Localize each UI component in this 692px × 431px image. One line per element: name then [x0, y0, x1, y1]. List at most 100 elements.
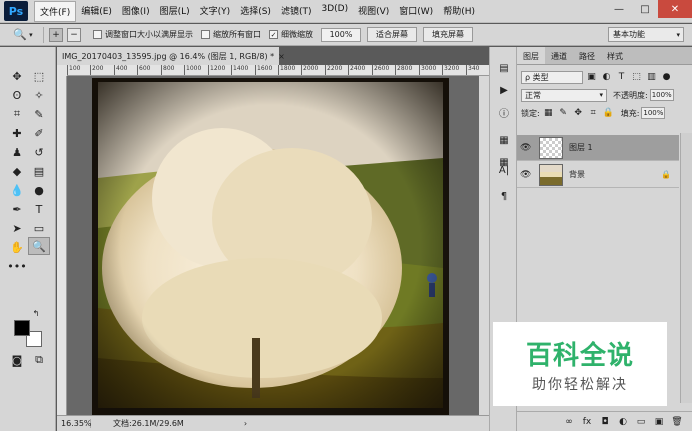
mask-icon[interactable]: ◘	[598, 415, 612, 429]
lock-transparency-icon[interactable]: ▦	[542, 107, 555, 120]
new-layer-icon[interactable]: ▣	[652, 415, 666, 429]
blur-tool-icon[interactable]: 💧	[6, 181, 28, 199]
smart-object-filter-icon[interactable]: ▥	[645, 71, 658, 84]
type-tool-icon[interactable]: T	[28, 200, 50, 218]
checkbox-box	[93, 30, 102, 39]
lasso-tool-icon[interactable]: ʘ	[6, 86, 28, 104]
menu-edit[interactable]: 编辑(E)	[76, 1, 117, 22]
quick-mask-icon[interactable]: ◙	[6, 351, 28, 369]
zoom-tool-icon[interactable]: 🔍	[28, 237, 50, 255]
menu-3d[interactable]: 3D(D)	[316, 1, 353, 22]
eraser-icon[interactable]: ◆	[6, 162, 28, 180]
healing-brush-icon[interactable]: ✚	[6, 124, 28, 142]
menu-image[interactable]: 图像(I)	[117, 1, 155, 22]
shape-filter-icon[interactable]: ⬚	[630, 71, 643, 84]
character-panel-icon[interactable]: A|	[496, 163, 512, 178]
lock-position-icon[interactable]: ✥	[572, 107, 585, 120]
tab-channels[interactable]: 通道	[545, 47, 573, 64]
type-filter-icon[interactable]: T	[615, 71, 628, 84]
close-tab-icon[interactable]: ×	[278, 52, 285, 61]
group-icon[interactable]: ▭	[634, 415, 648, 429]
magic-wand-icon[interactable]: ✧	[28, 86, 50, 104]
blend-mode-select[interactable]: 正常 ▾	[521, 88, 607, 102]
properties-panel-icon[interactable]: ▦	[496, 133, 512, 148]
ruler-tick: 400	[114, 65, 127, 75]
fit-screen-button[interactable]: 适合屏幕	[367, 27, 417, 42]
link-icon[interactable]: ∞	[562, 415, 576, 429]
paragraph-panel-icon[interactable]: ¶	[496, 189, 512, 204]
maximize-button[interactable]: □	[632, 0, 658, 18]
watermark-subtitle: 助你轻松解决	[532, 376, 628, 393]
visibility-eye-icon[interactable]: 👁	[520, 143, 534, 153]
layer-row-layer1[interactable]: 👁 图层 1	[517, 135, 679, 161]
scrubby-zoom-checkbox[interactable]: ✓ 细微缩放	[269, 29, 313, 40]
path-selection-icon[interactable]: ➤	[6, 219, 28, 237]
zoom-level[interactable]: 16.35%	[57, 419, 92, 428]
zoom-in-button[interactable]: +	[49, 27, 63, 42]
menu-select[interactable]: 选择(S)	[235, 1, 276, 22]
pen-tool-icon[interactable]: ✒	[6, 200, 28, 218]
layer-filter-select[interactable]: ρ 类型	[521, 70, 583, 84]
swap-colors-icon[interactable]: ↰	[30, 307, 42, 319]
adjustment-icon[interactable]: ◐	[616, 415, 630, 429]
history-panel-icon[interactable]: ▤	[496, 61, 512, 76]
move-tool-icon[interactable]: ✥	[6, 67, 28, 85]
layers-scrollbar[interactable]	[680, 133, 692, 403]
lock-pixels-icon[interactable]: ✎	[557, 107, 570, 120]
fill-field[interactable]: 100%	[641, 107, 666, 119]
screen-mode-icon[interactable]: ⧉	[28, 351, 50, 369]
hand-tool-icon[interactable]: ✋	[6, 238, 28, 256]
adjustment-filter-icon[interactable]: ◐	[600, 71, 613, 84]
layer-row-background[interactable]: 👁 背景 🔒	[517, 162, 679, 188]
visibility-eye-icon[interactable]: 👁	[520, 170, 534, 180]
minimize-button[interactable]: —	[606, 0, 632, 18]
shape-tool-icon[interactable]: ▭	[28, 219, 50, 237]
marquee-tool-icon[interactable]: ⬚	[28, 67, 50, 85]
canvas-vertical-scrollbar[interactable]	[479, 76, 489, 415]
gradient-tool-icon[interactable]: ▤	[28, 162, 50, 180]
chevron-down-icon: ▾	[599, 91, 603, 99]
brush-tool-icon[interactable]: ✐	[28, 124, 50, 142]
menu-file[interactable]: 文件(F)	[34, 0, 77, 22]
tab-layers[interactable]: 图层	[517, 47, 545, 64]
zoom-all-windows-checkbox[interactable]: 缩放所有窗口	[201, 29, 261, 40]
zoom-out-button[interactable]: −	[67, 27, 81, 42]
foreground-color-swatch[interactable]	[14, 320, 30, 336]
status-menu-arrow-icon[interactable]: ›	[244, 419, 247, 428]
menu-type[interactable]: 文字(Y)	[195, 1, 236, 22]
zoom-tool-preset-icon[interactable]: 🔍 ▾	[8, 26, 38, 44]
opacity-field[interactable]: 100%	[649, 89, 674, 101]
fx-icon[interactable]: fx	[580, 415, 594, 429]
lock-artboard-icon[interactable]: ⌗	[587, 107, 600, 120]
ruler-tick: 2000	[301, 65, 318, 75]
fill-screen-button[interactable]: 填充屏幕	[423, 27, 473, 42]
clone-stamp-icon[interactable]: ♟	[6, 143, 28, 161]
document-tab[interactable]: IMG_20170403_13595.jpg @ 16.4% (图层 1, RG…	[57, 47, 285, 65]
options-bar: 🔍 ▾ + − 调整窗口大小以满屏显示 缩放所有窗口 ✓ 细微缩放 100% 适合…	[0, 24, 692, 46]
lock-all-icon[interactable]: 🔒	[602, 107, 615, 120]
tab-styles[interactable]: 样式	[601, 47, 629, 64]
more-tools-icon[interactable]: •••	[6, 257, 28, 275]
document-title: IMG_20170403_13595.jpg @ 16.4% (图层 1, RG…	[62, 51, 275, 61]
image-filter-icon[interactable]: ▣	[585, 71, 598, 84]
filter-toggle-icon[interactable]: ●	[660, 71, 673, 84]
tab-paths[interactable]: 路径	[573, 47, 601, 64]
eyedropper-icon[interactable]: ✎	[28, 105, 50, 123]
history-brush-icon[interactable]: ↺	[28, 143, 50, 161]
trash-icon[interactable]: 🗑	[670, 415, 684, 429]
zoom-percent-field[interactable]: 100%	[321, 27, 361, 42]
menu-layer[interactable]: 图层(L)	[155, 1, 195, 22]
horizontal-ruler: 100 200 400 600 800 1000 1200 1400 1600 1800 2000 2…	[67, 65, 489, 76]
menu-filter[interactable]: 滤镜(T)	[276, 1, 317, 22]
info-panel-icon[interactable]: ⓘ	[496, 105, 512, 120]
menu-view[interactable]: 视图(V)	[353, 1, 394, 22]
menu-window[interactable]: 窗口(W)	[394, 1, 438, 22]
resize-windows-checkbox[interactable]: 调整窗口大小以满屏显示	[93, 29, 193, 40]
actions-panel-icon[interactable]: ▶	[496, 83, 512, 98]
dodge-tool-icon[interactable]: ●	[28, 181, 50, 199]
menu-help[interactable]: 帮助(H)	[438, 1, 480, 22]
crop-tool-icon[interactable]: ⌗	[6, 105, 28, 123]
canvas-area[interactable]	[67, 76, 489, 415]
workspace-select[interactable]: 基本功能 ▾	[608, 27, 684, 42]
close-button[interactable]: ✕	[658, 0, 692, 18]
